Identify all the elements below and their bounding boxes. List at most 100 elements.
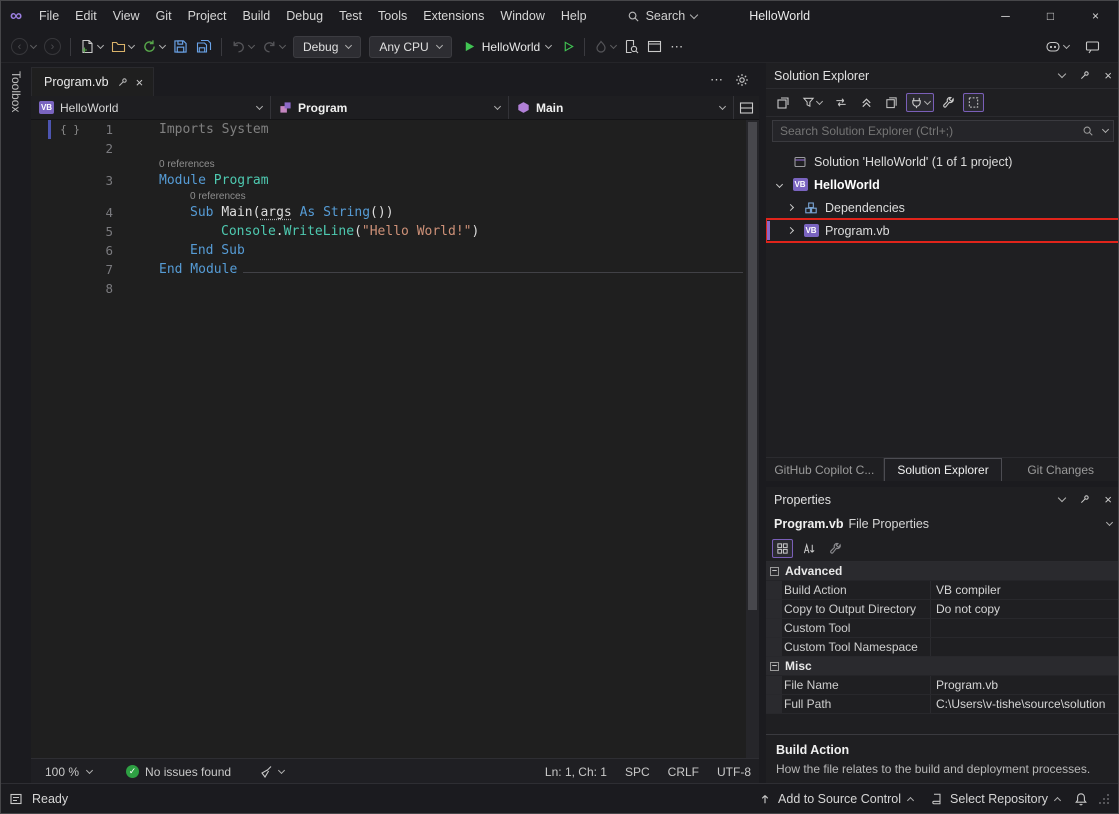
undo-button[interactable] [228, 36, 257, 57]
switch-views-button[interactable] [772, 93, 794, 113]
code-cleanup-button[interactable] [259, 765, 284, 779]
tree-item-helloworld[interactable]: VBHelloWorld [766, 173, 1119, 196]
editor-settings-gear-icon[interactable] [735, 73, 749, 87]
solution-configuration-dropdown[interactable]: Debug [293, 36, 361, 58]
vertical-scrollbar[interactable] [746, 120, 759, 758]
search-icon[interactable] [1082, 125, 1094, 137]
minimize-button[interactable]: ─ [983, 1, 1028, 31]
property-value[interactable] [931, 619, 1119, 637]
add-to-source-control-button[interactable]: Add to Source Control [755, 792, 917, 806]
collapse-icon[interactable] [770, 662, 779, 671]
breakpoint-margin[interactable] [31, 203, 51, 222]
pin-icon[interactable] [1079, 70, 1090, 81]
redo-button[interactable] [259, 36, 288, 57]
menu-help[interactable]: Help [553, 1, 595, 31]
panel-tab-solution-explorer[interactable]: Solution Explorer [884, 458, 1003, 481]
pin-icon[interactable] [1079, 494, 1090, 505]
start-debugging-button[interactable]: HelloWorld [456, 36, 558, 58]
new-file-button[interactable] [77, 36, 106, 57]
find-in-files-button[interactable] [621, 36, 642, 57]
document-health-indicator[interactable]: ✓ No issues found [126, 765, 231, 779]
menu-window[interactable]: Window [492, 1, 552, 31]
expander-right-icon[interactable] [783, 228, 797, 233]
navigate-forward-button[interactable]: › [41, 35, 64, 58]
background-tasks-icon[interactable] [9, 792, 23, 806]
show-all-files-button[interactable] [963, 93, 984, 112]
member-dropdown[interactable]: Main [509, 96, 734, 119]
code-line-7[interactable]: 7End Module [31, 260, 745, 279]
breakpoint-margin[interactable] [31, 260, 51, 279]
code-line-6[interactable]: 6End Sub [31, 241, 745, 260]
toolbar-overflow-button[interactable]: ⋯ [667, 36, 686, 58]
tree-item-program-vb[interactable]: VBProgram.vb [766, 219, 1119, 242]
property-group-advanced[interactable]: Advanced [766, 562, 1119, 581]
expander-right-icon[interactable] [783, 205, 797, 210]
panel-tab-git-changes[interactable]: Git Changes [1002, 458, 1119, 481]
code-line-4[interactable]: 4Sub Main(args As String()) [31, 203, 745, 222]
alphabetical-view-button[interactable] [798, 539, 820, 558]
property-value[interactable]: Do not copy [931, 600, 1119, 618]
solution-explorer-header[interactable]: Solution Explorer × [766, 63, 1119, 88]
send-feedback-button[interactable] [1082, 37, 1103, 57]
close-button[interactable]: × [1073, 1, 1118, 31]
copilot-badge-button[interactable] [1042, 37, 1072, 57]
notifications-bell-icon[interactable] [1074, 792, 1088, 806]
menu-git[interactable]: Git [148, 1, 180, 31]
pending-changes-filter-button[interactable] [906, 93, 934, 112]
menu-view[interactable]: View [105, 1, 148, 31]
code-editor[interactable]: { }1Imports System20 references3Module P… [31, 120, 759, 758]
toolbox-tab[interactable]: Toolbox [9, 63, 23, 112]
filter-dropdown-button[interactable] [798, 93, 826, 112]
close-tab-icon[interactable]: × [136, 75, 144, 90]
start-without-debugging-button[interactable] [559, 37, 578, 56]
code-line-8[interactable]: 8 [31, 279, 745, 298]
zoom-dropdown[interactable]: 100 % [39, 763, 98, 781]
property-value[interactable]: Program.vb [931, 676, 1119, 694]
menu-edit[interactable]: Edit [67, 1, 105, 31]
property-value[interactable]: VB compiler [931, 581, 1119, 599]
selected-object-dropdown[interactable]: Program.vb File Properties [766, 512, 1119, 535]
collapse-icon[interactable] [770, 567, 779, 576]
menu-build[interactable]: Build [234, 1, 278, 31]
window-position-chevron-icon[interactable] [1058, 70, 1066, 78]
navigate-back-button[interactable]: ‹ [8, 35, 39, 58]
close-panel-icon[interactable]: × [1104, 492, 1112, 507]
menu-file[interactable]: File [31, 1, 67, 31]
document-tab-program-vb[interactable]: Program.vb × [31, 67, 154, 96]
encoding[interactable]: UTF-8 [717, 765, 751, 779]
property-value[interactable]: C:\Users\v-tishe\source\solution [931, 695, 1119, 713]
tree-item-solution-helloworld-1-of-1-project[interactable]: Solution 'HelloWorld' (1 of 1 project) [766, 150, 1119, 173]
code-line-5[interactable]: 5Console.WriteLine("Hello World!") [31, 222, 745, 241]
collapse-all-button[interactable] [856, 93, 877, 112]
menu-test[interactable]: Test [331, 1, 370, 31]
menu-tools[interactable]: Tools [370, 1, 415, 31]
solution-platform-dropdown[interactable]: Any CPU [369, 36, 451, 58]
close-panel-icon[interactable]: × [1104, 68, 1112, 83]
project-dropdown[interactable]: VB HelloWorld [31, 96, 271, 119]
menu-extensions[interactable]: Extensions [415, 1, 492, 31]
search-input[interactable] [772, 120, 1114, 142]
line-ending[interactable]: CRLF [668, 765, 699, 779]
expander-down-icon[interactable] [772, 182, 786, 187]
sync-with-active-document-button[interactable] [830, 93, 852, 112]
codelens-references[interactable]: 0 references [31, 190, 745, 203]
categorized-view-button[interactable] [772, 539, 793, 558]
caret-position[interactable]: Ln: 1, Ch: 1 [545, 765, 607, 779]
hot-reload-button[interactable] [591, 37, 619, 57]
codelens-references[interactable]: 0 references [31, 158, 745, 171]
window-position-chevron-icon[interactable] [1058, 494, 1066, 502]
breakpoint-margin[interactable] [31, 139, 51, 158]
copy-button[interactable] [881, 93, 902, 112]
breakpoint-margin[interactable] [31, 241, 51, 260]
open-file-button[interactable] [108, 36, 137, 57]
maximize-button[interactable]: □ [1028, 1, 1073, 31]
type-dropdown[interactable]: Program [271, 96, 509, 119]
restore-button[interactable] [139, 36, 168, 57]
breakpoint-margin[interactable] [31, 120, 51, 139]
search-control[interactable]: Search [617, 6, 708, 26]
pin-icon[interactable] [117, 77, 128, 88]
tab-list-overflow-button[interactable]: ⋯ [710, 72, 723, 88]
select-repository-button[interactable]: Select Repository [927, 792, 1064, 806]
code-line-3[interactable]: 3Module Program [31, 171, 745, 190]
property-pages-button[interactable] [825, 539, 846, 558]
